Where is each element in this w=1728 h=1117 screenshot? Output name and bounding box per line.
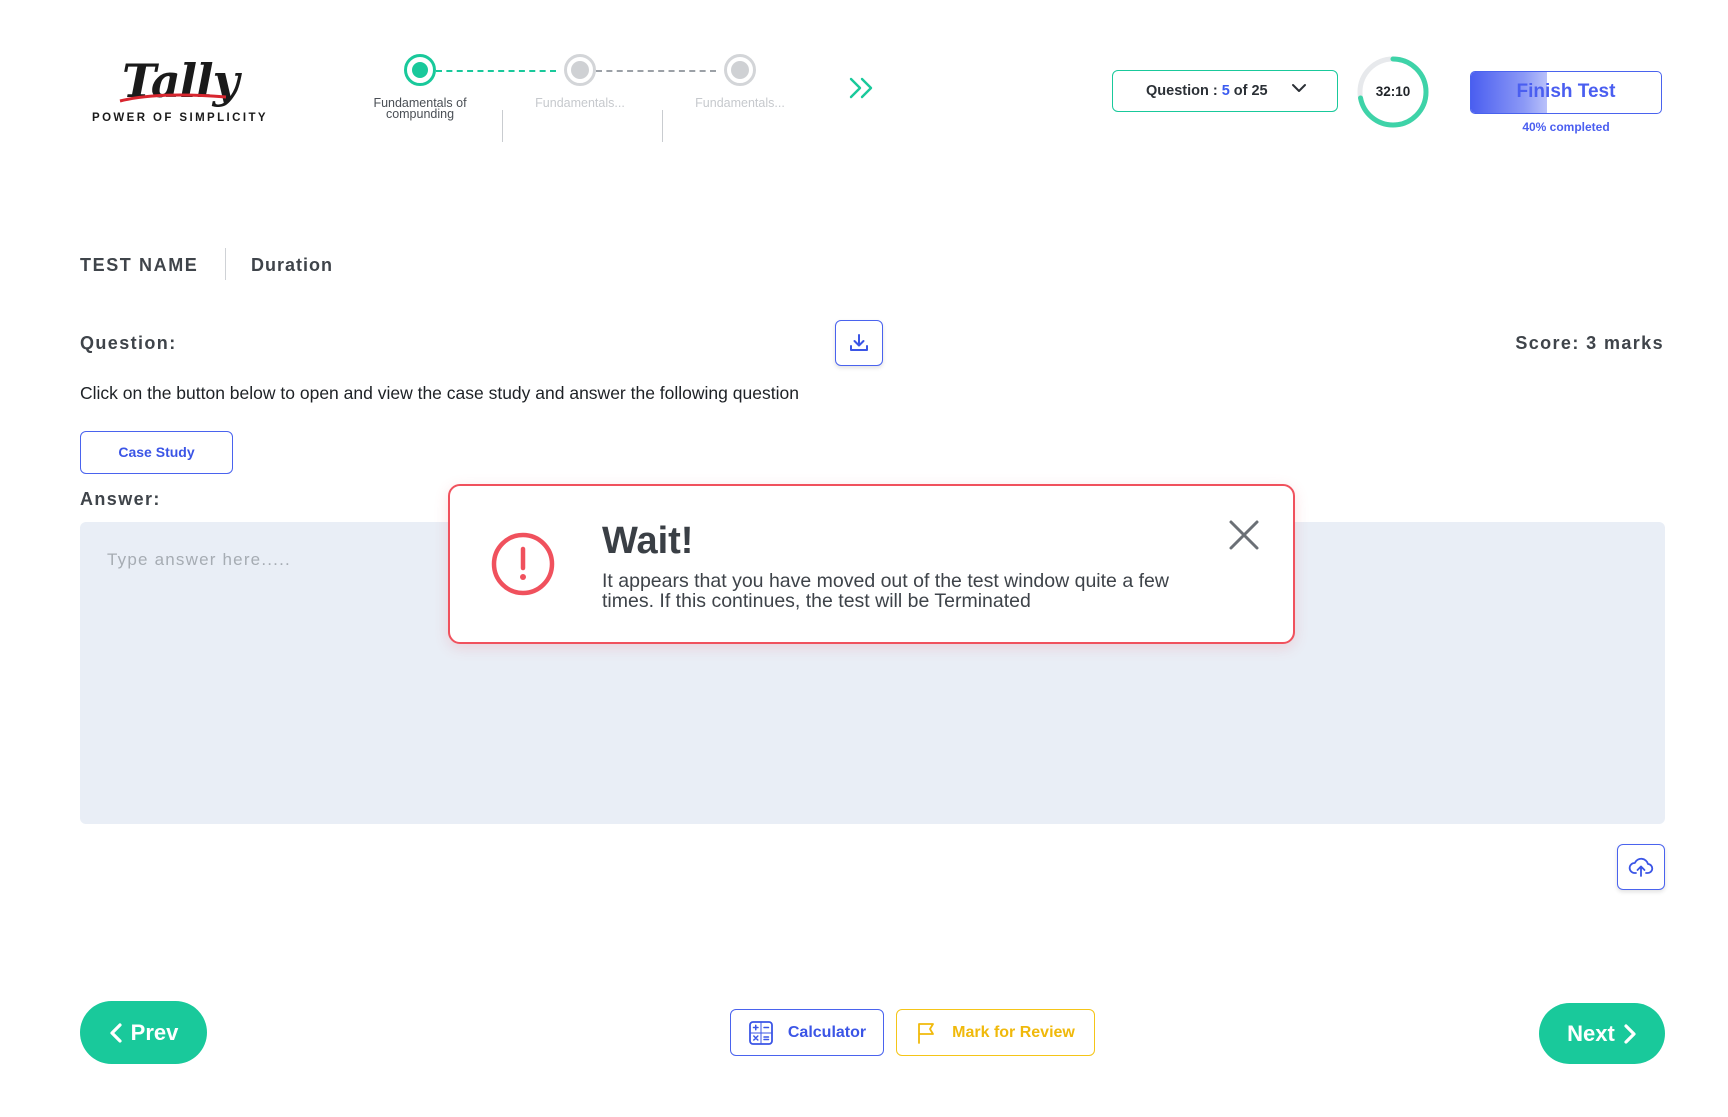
step-active-dot-icon <box>404 54 436 86</box>
download-button[interactable] <box>835 320 883 366</box>
mark-for-review-label: Mark for Review <box>952 1023 1075 1041</box>
step-label: Fundamentals of compunding <box>373 96 467 121</box>
chevron-right-icon <box>1624 1023 1636 1044</box>
timer-text: 32:10 <box>1375 84 1411 99</box>
close-icon[interactable] <box>1227 518 1261 552</box>
stepper-step-2[interactable]: Fundamentals... <box>510 54 650 109</box>
alert-message: It appears that you have moved out of th… <box>602 570 1169 612</box>
logo-tagline: POWER OF SIMPLICITY <box>92 112 268 124</box>
answer-label: Answer: <box>80 489 161 509</box>
question-selector-prefix: Question : <box>1146 83 1218 99</box>
calculator-icon <box>748 1020 773 1045</box>
countdown-timer: 32:10 <box>1356 55 1430 129</box>
alert-title: Wait! <box>602 520 694 562</box>
prev-button[interactable]: Prev <box>80 1001 207 1064</box>
logo-swoosh-icon <box>119 93 227 103</box>
calculator-label: Calculator <box>787 1023 867 1041</box>
tally-logo: Tally POWER OF SIMPLICITY <box>88 54 266 134</box>
question-selector[interactable]: Question : 5 of 25 <box>1112 70 1338 112</box>
stepper-step-1[interactable]: Fundamentals of compunding <box>350 54 490 120</box>
chevron-left-icon <box>110 1022 122 1043</box>
step-label: Fundamentals... <box>535 96 625 110</box>
download-icon <box>850 334 868 351</box>
step-label: Fundamentals... <box>695 96 785 110</box>
finish-test-label: Finish Test <box>1516 81 1616 102</box>
question-label: Question: <box>80 333 177 353</box>
case-study-button[interactable]: Case Study <box>80 431 233 474</box>
warning-alert: Wait! It appears that you have moved out… <box>448 484 1295 644</box>
question-current-number: 5 <box>1221 83 1230 99</box>
double-chevron-right-icon[interactable] <box>848 76 876 100</box>
title-divider <box>225 248 226 280</box>
flag-icon <box>918 1022 935 1044</box>
stepper-step-3[interactable]: Fundamentals... <box>670 54 810 109</box>
section-stepper: Fundamentals of compunding Fundamentals.… <box>350 54 873 144</box>
chevron-down-icon <box>1292 84 1306 92</box>
step-divider <box>662 110 663 142</box>
question-score: Score: 3 marks <box>1515 333 1664 353</box>
question-total: of 25 <box>1233 83 1268 99</box>
calculator-button[interactable]: Calculator <box>730 1009 884 1056</box>
mark-for-review-button[interactable]: Mark for Review <box>896 1009 1095 1056</box>
completion-percent: 40% completed <box>1522 120 1610 134</box>
upload-button[interactable] <box>1617 844 1665 890</box>
finish-test-button[interactable]: Finish Test <box>1470 71 1662 114</box>
step-pending-dot-icon <box>724 54 756 86</box>
prev-label: Prev <box>130 1019 179 1045</box>
question-text: Click on the button below to open and vi… <box>80 383 799 403</box>
next-button[interactable]: Next <box>1539 1003 1665 1064</box>
next-label: Next <box>1567 1020 1615 1046</box>
test-duration: Duration <box>251 255 333 275</box>
test-name: TEST NAME <box>80 255 199 275</box>
exclamation-circle-icon <box>491 532 555 596</box>
step-divider <box>502 110 503 142</box>
cloud-upload-icon <box>1628 857 1654 877</box>
step-pending-dot-icon <box>564 54 596 86</box>
